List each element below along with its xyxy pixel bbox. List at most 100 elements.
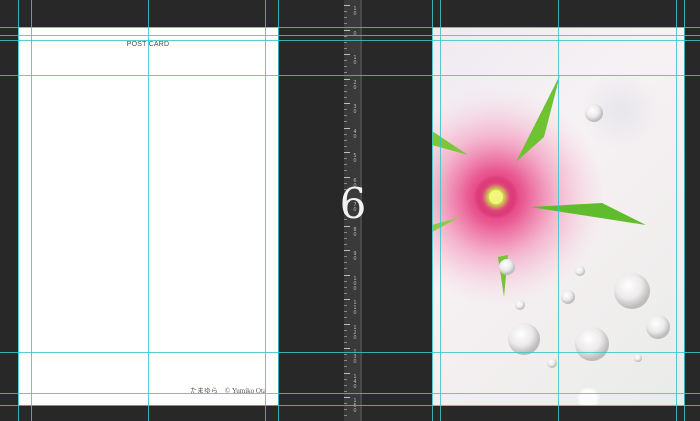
ruler-major-tick	[344, 348, 350, 349]
ruler-major-tick	[344, 5, 350, 6]
ruler-label: 10	[353, 6, 357, 17]
ruler-minor-tick	[344, 390, 347, 392]
ruler-major-tick	[344, 103, 350, 104]
guide-horizontal[interactable]	[0, 40, 700, 41]
water-drop	[614, 273, 650, 309]
ruler-label: 110	[353, 300, 357, 316]
postcard-credit: たまゆら © Yumiko Ota	[190, 387, 266, 395]
ruler-label: 10	[353, 55, 357, 66]
ruler-major-tick	[344, 250, 350, 251]
water-drop	[646, 315, 670, 339]
ruler-major-tick	[344, 299, 350, 300]
water-drop	[585, 104, 603, 122]
ruler-minor-tick	[344, 23, 347, 25]
ruler-label: 20	[353, 79, 357, 91]
ruler-minor-tick	[344, 164, 347, 166]
guide-vertical[interactable]	[265, 0, 266, 421]
water-drop	[515, 300, 525, 310]
ruler-label: 90	[353, 251, 357, 262]
ruler-label: 140	[353, 373, 357, 390]
ruler-minor-tick	[344, 280, 347, 282]
ruler-minor-tick	[344, 360, 347, 362]
guide-vertical[interactable]	[31, 0, 32, 421]
ruler-minor-tick	[344, 384, 347, 386]
ruler-minor-tick	[344, 378, 347, 380]
ruler-minor-tick	[344, 354, 347, 356]
ruler-minor-tick	[344, 17, 347, 19]
water-drop	[547, 358, 557, 368]
ruler-minor-tick	[344, 243, 347, 245]
ruler-minor-tick	[344, 90, 347, 92]
flower-pistil	[489, 190, 503, 204]
ruler-major-tick	[344, 397, 350, 398]
ruler-minor-tick	[344, 341, 347, 343]
ruler-label: 40	[353, 128, 357, 140]
ruler-minor-tick	[344, 231, 347, 233]
water-drop	[508, 323, 540, 355]
ruler-minor-tick	[344, 11, 347, 13]
ruler-minor-tick	[344, 96, 347, 98]
ruler-major-tick	[344, 323, 350, 325]
water-drop	[575, 266, 585, 276]
ruler-label: 100	[353, 275, 357, 292]
ruler-minor-tick	[344, 403, 347, 405]
ruler-minor-tick	[344, 145, 347, 147]
ruler-major-tick	[344, 152, 350, 153]
ruler-minor-tick	[344, 292, 347, 294]
guide-horizontal[interactable]	[0, 393, 700, 394]
ruler-label: 50	[353, 153, 357, 164]
guide-horizontal[interactable]	[0, 405, 700, 406]
ruler-minor-tick	[344, 109, 347, 111]
guide-vertical[interactable]	[278, 0, 279, 421]
guide-vertical[interactable]	[18, 0, 19, 421]
water-drop	[561, 290, 575, 304]
ruler-minor-tick	[344, 121, 347, 123]
ruler-major-tick	[344, 127, 350, 129]
ruler-minor-tick	[344, 256, 347, 258]
ruler-minor-tick	[344, 66, 347, 68]
ruler-minor-tick	[344, 170, 347, 172]
water-drop	[575, 327, 609, 361]
guide-horizontal[interactable]	[0, 352, 700, 353]
ruler-minor-tick	[344, 305, 347, 307]
guide-vertical[interactable]	[148, 0, 149, 421]
ruler-major-tick	[344, 54, 350, 55]
ruler-minor-tick	[344, 286, 347, 288]
ruler-label: 150	[353, 398, 357, 414]
guide-vertical[interactable]	[558, 0, 559, 421]
ruler-minor-tick	[344, 72, 347, 74]
ruler-minor-tick	[344, 139, 347, 141]
ruler-minor-tick	[344, 237, 347, 239]
guide-vertical[interactable]	[676, 0, 677, 421]
water-drop	[634, 354, 642, 362]
ruler-label: 30	[353, 104, 357, 115]
ruler-minor-tick	[344, 115, 347, 117]
guide-horizontal[interactable]	[0, 27, 700, 28]
ruler-minor-tick	[344, 133, 347, 135]
guide-horizontal[interactable]	[0, 35, 700, 36]
ruler-label: 120	[353, 324, 357, 341]
ruler-minor-tick	[344, 60, 347, 62]
guide-vertical[interactable]	[440, 0, 441, 421]
ruler-minor-tick	[344, 41, 347, 43]
ruler-major-tick	[344, 372, 350, 374]
ruler-minor-tick	[344, 366, 347, 368]
ruler-major-tick	[344, 78, 350, 80]
ruler-minor-tick	[344, 415, 347, 417]
ruler-minor-tick	[344, 84, 347, 86]
water-drop	[499, 259, 515, 275]
ruler-major-tick	[344, 274, 350, 276]
ruler-minor-tick	[344, 268, 347, 270]
ruler-minor-tick	[344, 409, 347, 411]
guide-vertical[interactable]	[432, 0, 433, 421]
page-number: 6	[339, 179, 367, 228]
ruler-minor-tick	[344, 262, 347, 264]
ruler-minor-tick	[344, 158, 347, 160]
ruler-major-tick	[344, 29, 350, 31]
ruler-minor-tick	[344, 335, 347, 337]
ruler-minor-tick	[344, 329, 347, 331]
ruler-minor-tick	[344, 317, 347, 319]
guide-horizontal[interactable]	[0, 75, 700, 76]
ruler-minor-tick	[344, 47, 347, 49]
guide-vertical[interactable]	[684, 0, 685, 421]
